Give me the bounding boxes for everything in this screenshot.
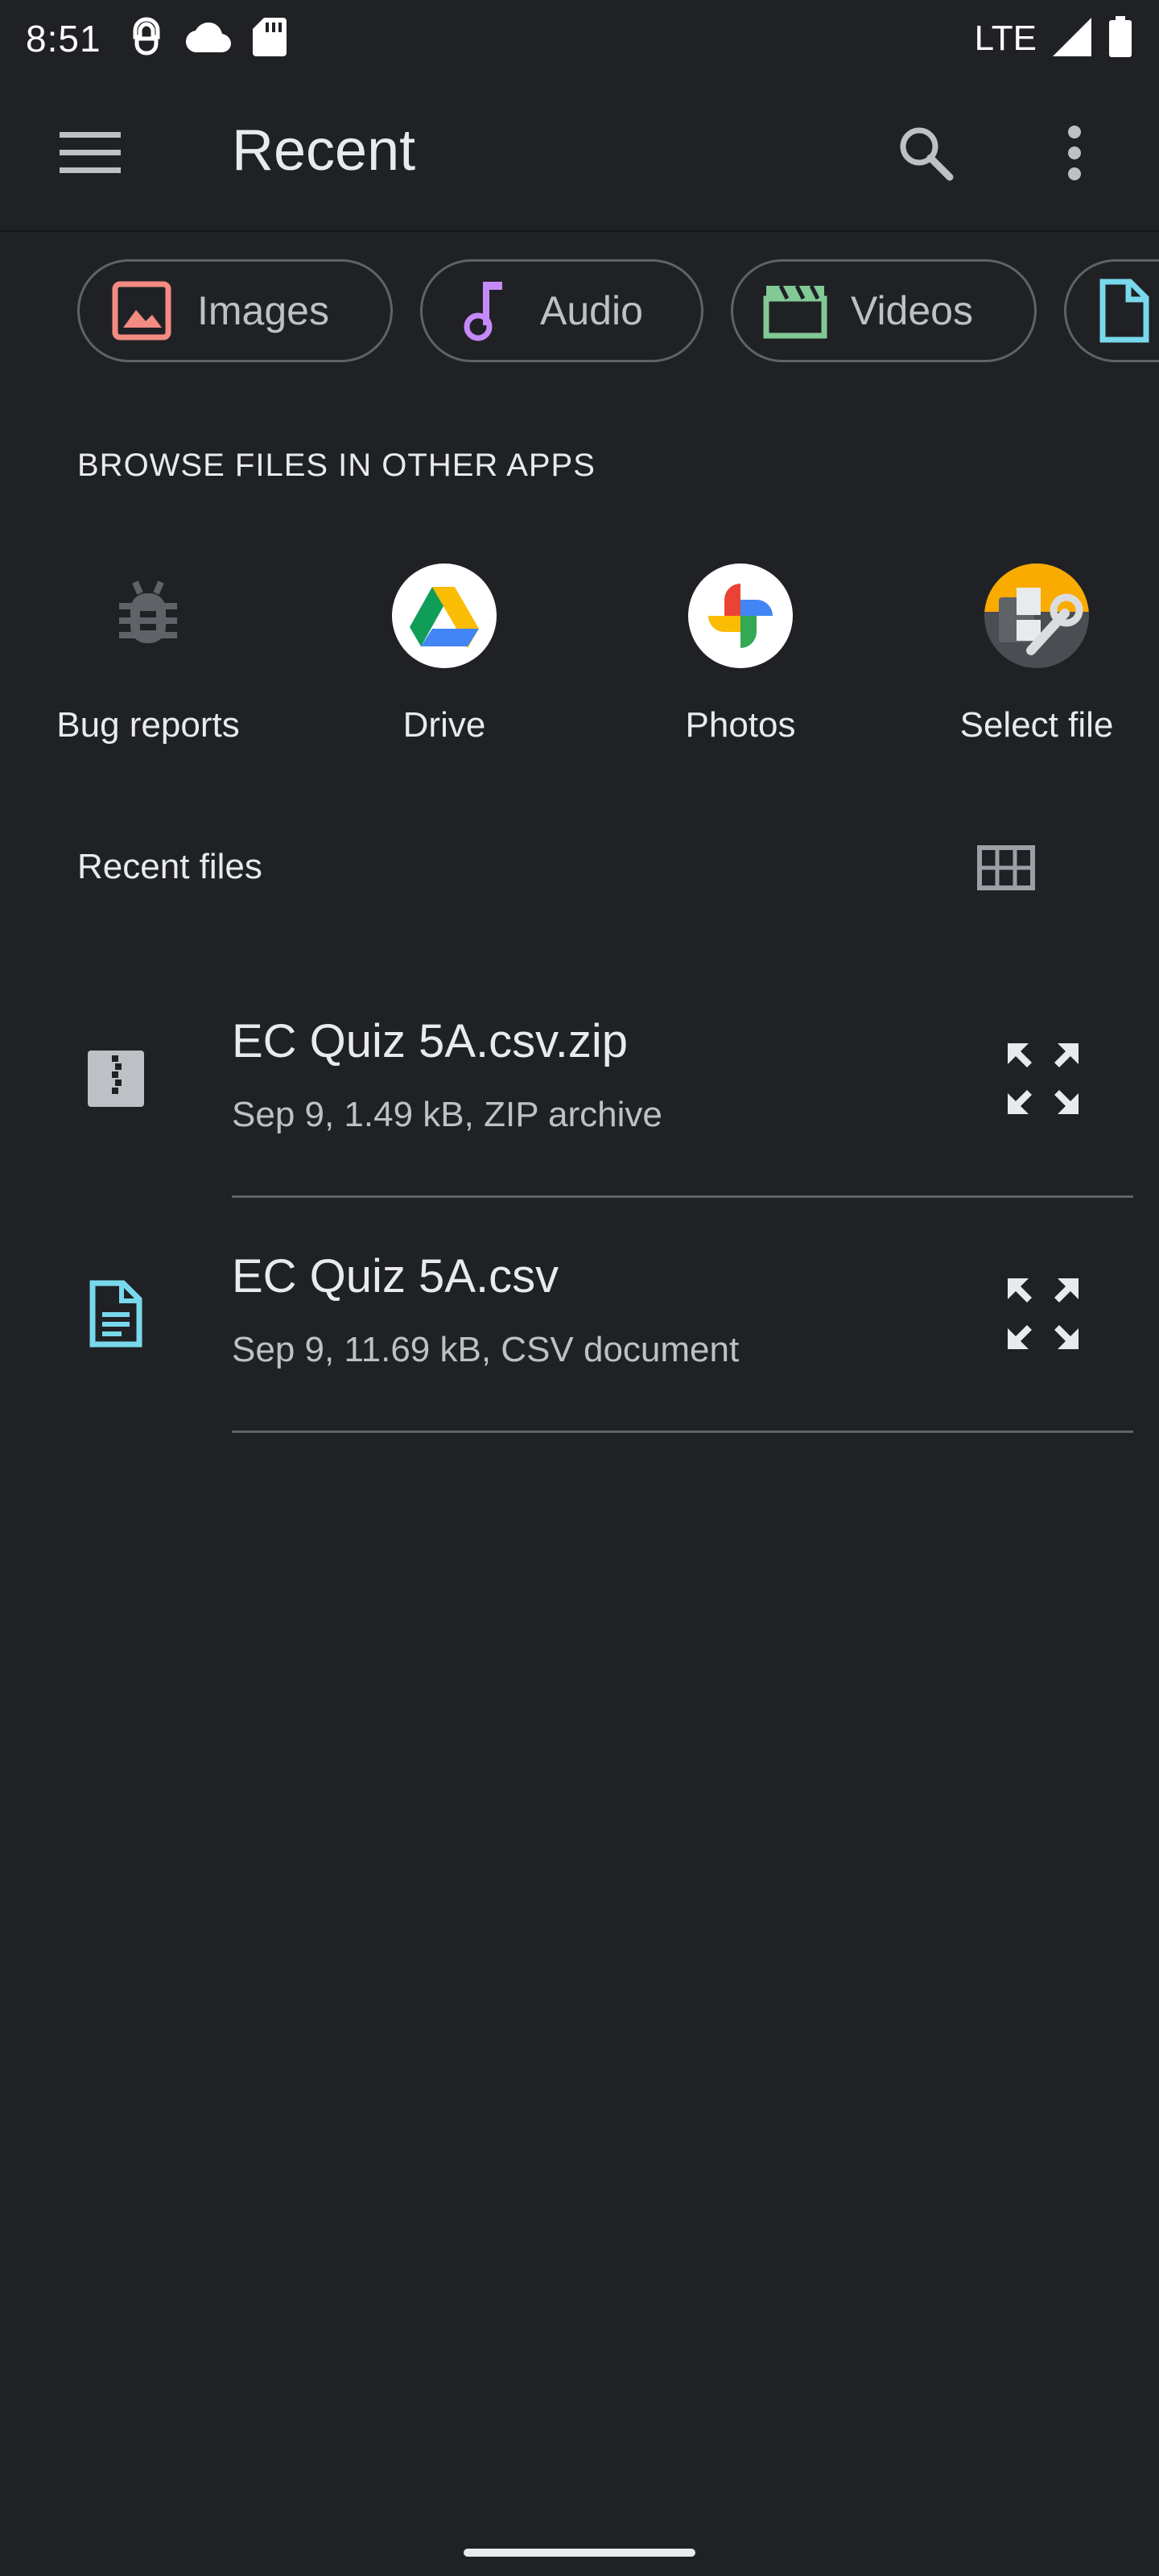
status-notification-icons xyxy=(129,16,287,62)
google-photos-icon xyxy=(688,564,793,668)
hamburger-menu-icon xyxy=(60,130,121,180)
chip-videos-label: Videos xyxy=(851,288,973,333)
search-icon xyxy=(897,124,955,186)
gesture-icon xyxy=(129,16,164,62)
row-divider xyxy=(232,1430,1133,1433)
fullscreen-icon xyxy=(1004,1275,1082,1356)
app-label: Drive xyxy=(402,705,486,745)
app-select-file[interactable]: Select file xyxy=(889,557,1159,766)
chip-images-label: Images xyxy=(197,288,329,333)
file-details: Sep 9, 11.69 kB, CSV document xyxy=(232,1330,740,1369)
navigation-menu-button[interactable] xyxy=(56,126,124,184)
chip-documents[interactable] xyxy=(1064,259,1159,362)
grid-view-toggle[interactable] xyxy=(972,836,1040,903)
chip-images[interactable]: Images xyxy=(77,259,393,362)
bug-icon xyxy=(96,564,200,668)
select-file-icon xyxy=(984,564,1089,668)
google-drive-icon xyxy=(392,564,497,668)
file-name: EC Quiz 5A.csv xyxy=(232,1250,559,1302)
chip-audio[interactable]: Audio xyxy=(420,259,703,362)
file-details: Sep 9, 1.49 kB, ZIP archive xyxy=(232,1095,662,1134)
preview-button[interactable] xyxy=(996,1034,1090,1127)
network-type: LTE xyxy=(974,19,1037,58)
app-label: Photos xyxy=(685,705,796,745)
document-icon xyxy=(1091,278,1157,344)
preview-button[interactable] xyxy=(996,1269,1090,1362)
more-options-button[interactable] xyxy=(1046,122,1103,187)
file-row[interactable]: EC Quiz 5A.csv.zip Sep 9, 1.49 kB, ZIP a… xyxy=(0,963,1159,1198)
text-document-icon xyxy=(77,1275,155,1352)
battery-icon xyxy=(1107,15,1133,62)
file-type-chips: Images Audio Videos xyxy=(77,259,1159,364)
status-bar: 8:51 LTE xyxy=(0,0,1159,77)
video-icon xyxy=(762,278,828,344)
grid-view-icon xyxy=(977,844,1035,894)
app-bar: Recent xyxy=(0,77,1159,232)
status-system-icons: LTE xyxy=(974,15,1133,62)
app-drive[interactable]: Drive xyxy=(296,557,592,766)
status-time: 8:51 xyxy=(26,18,101,60)
page-title: Recent xyxy=(232,118,416,183)
search-button[interactable] xyxy=(893,122,958,187)
recent-files-title: Recent files xyxy=(77,847,262,886)
gesture-navigation-handle[interactable] xyxy=(464,2549,695,2557)
app-label: Bug reports xyxy=(56,705,240,745)
file-name: EC Quiz 5A.csv.zip xyxy=(232,1015,629,1067)
file-row[interactable]: EC Quiz 5A.csv Sep 9, 11.69 kB, CSV docu… xyxy=(0,1198,1159,1433)
app-label: Select file xyxy=(959,705,1114,745)
sd-card-icon xyxy=(252,16,287,62)
zip-file-icon xyxy=(77,1040,155,1117)
chip-audio-label: Audio xyxy=(540,288,643,333)
more-vert-icon xyxy=(1066,124,1083,186)
signal-icon xyxy=(1051,16,1093,62)
app-bug-reports[interactable]: Bug reports xyxy=(0,557,296,766)
fullscreen-icon xyxy=(1004,1040,1082,1121)
cloud-icon xyxy=(185,21,232,57)
image-icon xyxy=(109,278,175,344)
app-photos[interactable]: Photos xyxy=(592,557,889,766)
browse-section-title: BROWSE FILES IN OTHER APPS xyxy=(77,448,596,483)
chip-videos[interactable]: Videos xyxy=(731,259,1037,362)
music-note-icon xyxy=(452,278,518,344)
